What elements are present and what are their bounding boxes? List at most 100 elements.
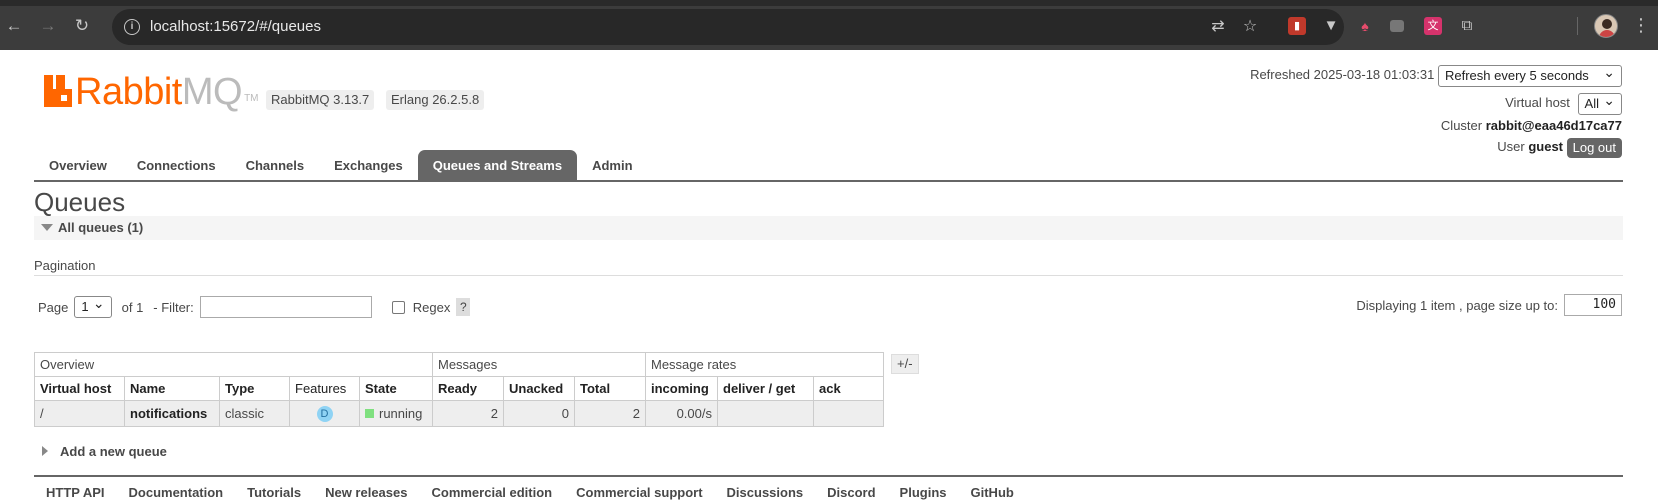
column-options-button[interactable]: +/-	[891, 354, 919, 374]
extension-vue-icon[interactable]: ▼	[1322, 17, 1340, 35]
col-total[interactable]: Total	[574, 376, 646, 401]
regex-label: Regex	[412, 299, 451, 315]
cell-type: classic	[219, 400, 290, 427]
user-name: guest	[1528, 139, 1563, 154]
reload-icon[interactable]: ↻	[72, 16, 92, 36]
footer-link-discussions[interactable]: Discussions	[727, 485, 804, 500]
footer-divider	[34, 475, 1623, 477]
footer-link-tutorials[interactable]: Tutorials	[247, 485, 301, 500]
logout-button[interactable]: Log out	[1566, 137, 1622, 158]
logo-text-rabbit: Rabbit	[75, 71, 182, 113]
tab-admin[interactable]: Admin	[577, 150, 647, 181]
filter-input[interactable]	[199, 296, 372, 318]
vhost-select[interactable]: All	[1577, 90, 1622, 115]
site-info-icon[interactable]: i	[124, 19, 140, 35]
footer-link-commercial-support[interactable]: Commercial support	[576, 485, 702, 500]
browser-menu-icon[interactable]: ⋮	[1632, 15, 1650, 35]
extension-bird-icon[interactable]: ♠	[1356, 17, 1374, 35]
refreshed-text: Refreshed 2025-03-18 01:03:31	[1250, 67, 1435, 82]
cell-state: running	[359, 400, 433, 427]
queue-name-link[interactable]: notifications	[124, 400, 220, 427]
pagination-controls: Page 1 of 1 - Filter: Regex ?	[38, 293, 471, 318]
extension-book-icon[interactable]: ▮	[1288, 17, 1306, 35]
translate-icon[interactable]: ⇄	[1208, 17, 1228, 37]
cell-features: D	[289, 400, 360, 427]
version-badge: RabbitMQ 3.13.7	[266, 90, 375, 110]
group-header-messages: Messages	[432, 352, 646, 377]
toolbar-divider	[1577, 17, 1578, 35]
table-row[interactable]: / notifications classic D running 2 0 2 …	[34, 400, 884, 427]
footer-link-new-releases[interactable]: New releases	[325, 485, 407, 500]
page-size-input[interactable]: 100	[1564, 294, 1622, 316]
footer-link-github[interactable]: GitHub	[971, 485, 1014, 500]
extension-translate-icon[interactable]: 文	[1424, 17, 1442, 35]
cluster-label: Cluster	[1440, 118, 1483, 133]
col-virtual-host[interactable]: Virtual host	[34, 376, 125, 401]
add-queue-label: Add a new queue	[60, 443, 167, 459]
col-state[interactable]: State	[359, 376, 433, 401]
group-header-overview: Overview	[34, 352, 433, 377]
tab-connections[interactable]: Connections	[122, 150, 231, 181]
pagination-title: Pagination	[34, 258, 96, 273]
bookmark-star-icon[interactable]: ☆	[1240, 17, 1260, 37]
cell-deliver-get	[717, 400, 814, 427]
col-deliver-get[interactable]: deliver / get	[717, 376, 814, 401]
cell-unacked: 0	[503, 400, 575, 427]
col-features: Features	[289, 376, 360, 401]
col-ready[interactable]: Ready	[432, 376, 504, 401]
extensions-puzzle-icon[interactable]: ⧉	[1458, 17, 1476, 35]
erlang-badge: Erlang 26.2.5.8	[386, 90, 485, 110]
page-label: Page	[38, 299, 69, 315]
profile-avatar[interactable]	[1594, 14, 1618, 38]
add-queue-section-toggle[interactable]: Add a new queue	[42, 442, 167, 460]
forward-icon[interactable]: →	[38, 16, 58, 36]
regex-checkbox[interactable]	[391, 300, 405, 314]
cell-ready: 2	[432, 400, 504, 427]
state-text: running	[379, 406, 423, 421]
pagination-divider	[34, 275, 1623, 276]
footer-link-commercial-edition[interactable]: Commercial edition	[431, 485, 552, 500]
tab-exchanges[interactable]: Exchanges	[319, 150, 418, 181]
expand-triangle-icon	[42, 446, 48, 456]
extension-media-icon[interactable]	[1390, 20, 1404, 32]
tab-channels[interactable]: Channels	[231, 150, 320, 181]
back-icon[interactable]: ←	[4, 16, 24, 36]
footer-link-http-api[interactable]: HTTP API	[46, 485, 105, 500]
col-unacked[interactable]: Unacked	[503, 376, 575, 401]
displaying-text: Displaying 1 item , page size up to:	[1356, 297, 1558, 313]
rabbitmq-logo[interactable]: Rabbit MQ TM	[44, 72, 259, 112]
footer-link-plugins[interactable]: Plugins	[900, 485, 947, 500]
col-ack[interactable]: ack	[813, 376, 884, 401]
address-bar[interactable]: i localhost:15672/#/queues ⇄ ☆	[112, 9, 1344, 45]
footer-links: HTTP API Documentation Tutorials New rel…	[46, 485, 1038, 500]
col-type[interactable]: Type	[219, 376, 290, 401]
footer-link-documentation[interactable]: Documentation	[129, 485, 224, 500]
cell-ack	[813, 400, 884, 427]
state-running-indicator	[365, 409, 374, 418]
footer-link-discord[interactable]: Discord	[827, 485, 875, 500]
all-queues-section-toggle[interactable]: All queues (1)	[34, 216, 1623, 240]
tabs-divider	[34, 180, 1623, 182]
vhost-label: Virtual host	[1505, 95, 1570, 110]
col-name[interactable]: Name	[124, 376, 220, 401]
cell-total: 2	[574, 400, 646, 427]
group-header-message-rates: Message rates	[645, 352, 884, 377]
cell-vhost: /	[34, 400, 125, 427]
collapse-triangle-icon	[41, 224, 53, 231]
cluster-name: rabbit@eaa46d17ca77	[1485, 118, 1622, 133]
user-label: User	[1497, 139, 1525, 154]
col-incoming[interactable]: incoming	[645, 376, 718, 401]
browser-toolbar: ← → ↻ i localhost:15672/#/queues ⇄ ☆ ▮ ▼…	[0, 0, 1658, 50]
main-nav-tabs: Overview Connections Channels Exchanges …	[34, 150, 648, 181]
page-select[interactable]: 1	[74, 293, 112, 318]
refresh-interval-select[interactable]: Refresh every 5 seconds	[1438, 62, 1622, 87]
tab-queues-and-streams[interactable]: Queues and Streams	[417, 150, 578, 181]
logo-trademark: TM	[244, 93, 259, 104]
queues-table: Overview Messages Message rates Virtual …	[34, 352, 884, 427]
rabbitmq-logo-icon	[44, 75, 72, 107]
cell-incoming: 0.00/s	[645, 400, 718, 427]
tab-overview[interactable]: Overview	[34, 150, 122, 181]
url-text[interactable]: localhost:15672/#/queues	[150, 18, 321, 35]
section-title: All queues (1)	[58, 220, 144, 235]
regex-help-button[interactable]: ?	[456, 298, 471, 316]
